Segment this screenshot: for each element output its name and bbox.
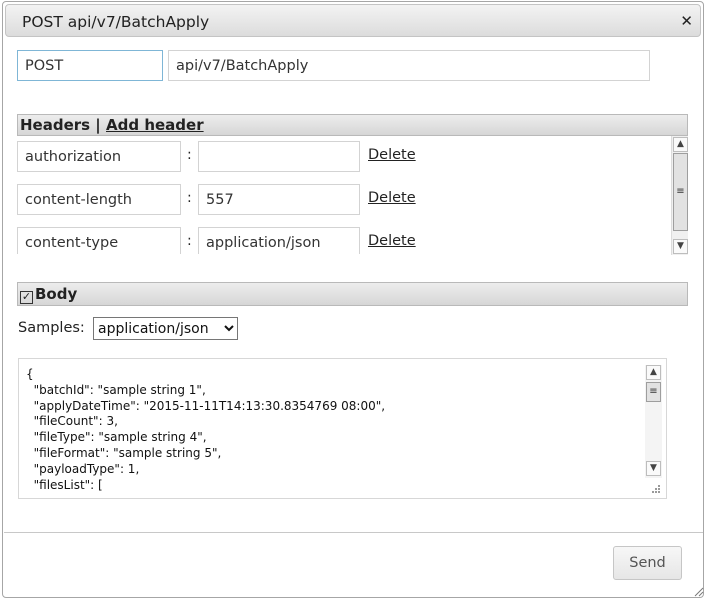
scroll-down-icon[interactable]: ▼ bbox=[646, 461, 661, 476]
method-input[interactable] bbox=[17, 50, 163, 81]
header-separator: : bbox=[187, 147, 192, 163]
close-icon[interactable]: ✕ bbox=[680, 12, 693, 30]
delete-header-link[interactable]: Delete bbox=[368, 190, 416, 206]
samples-select[interactable]: application/json bbox=[93, 317, 238, 340]
header-row-authorization: : Delete bbox=[17, 141, 437, 172]
resize-grip-icon[interactable] bbox=[651, 484, 661, 494]
header-row-content-type: : Delete bbox=[17, 227, 437, 254]
scroll-up-icon[interactable]: ▲ bbox=[646, 365, 661, 380]
header-name-input[interactable] bbox=[17, 227, 181, 254]
dialog-title: POST api/v7/BatchApply bbox=[22, 13, 210, 31]
samples-label: Samples: bbox=[18, 320, 85, 336]
headers-scrollbar[interactable]: ▲ ≡ ▼ bbox=[671, 136, 688, 255]
body-content: { "batchId": "sample string 1", "applyDa… bbox=[26, 367, 386, 492]
scroll-up-icon[interactable]: ▲ bbox=[673, 137, 688, 152]
header-value-input[interactable] bbox=[198, 184, 360, 215]
footer-divider bbox=[4, 532, 703, 533]
headers-label: Headers | bbox=[20, 116, 107, 134]
header-value-input[interactable] bbox=[198, 227, 360, 254]
add-header-link[interactable]: Add header bbox=[106, 116, 204, 134]
header-separator: : bbox=[187, 190, 192, 206]
send-button[interactable]: Send bbox=[613, 546, 682, 580]
body-checkbox[interactable]: ✓ bbox=[20, 291, 33, 304]
dialog-resize-grip-icon[interactable] bbox=[692, 585, 704, 597]
body-textarea[interactable]: { "batchId": "sample string 1", "applyDa… bbox=[18, 358, 667, 499]
body-scrollbar[interactable]: ▲ ≡ ▼ bbox=[645, 365, 662, 478]
header-name-input[interactable] bbox=[17, 184, 181, 215]
delete-header-link[interactable]: Delete bbox=[368, 233, 416, 249]
url-input[interactable] bbox=[168, 50, 650, 81]
dialog-titlebar[interactable]: POST api/v7/BatchApply ✕ bbox=[5, 4, 701, 37]
headers-list: : Delete : Delete : Delete bbox=[17, 136, 671, 254]
scroll-thumb[interactable]: ≡ bbox=[673, 153, 688, 231]
delete-header-link[interactable]: Delete bbox=[368, 147, 416, 163]
header-row-content-length: : Delete bbox=[17, 184, 437, 215]
scroll-thumb[interactable]: ≡ bbox=[646, 382, 661, 402]
headers-section-header: Headers | Add header bbox=[17, 114, 688, 136]
header-separator: : bbox=[187, 233, 192, 249]
body-label: Body bbox=[35, 285, 78, 303]
body-section-header: ✓ Body bbox=[17, 282, 688, 306]
header-name-input[interactable] bbox=[17, 141, 181, 172]
header-value-input[interactable] bbox=[198, 141, 360, 172]
scroll-down-icon[interactable]: ▼ bbox=[673, 239, 688, 254]
